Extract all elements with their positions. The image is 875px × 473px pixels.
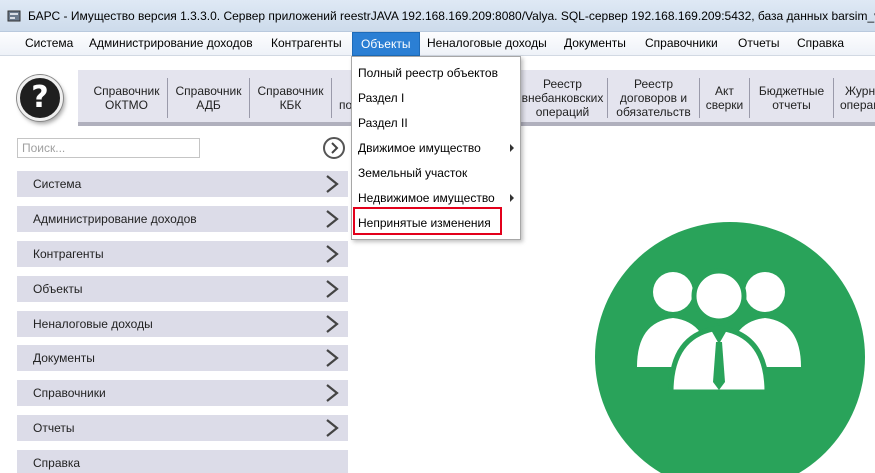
sidebar-item-system[interactable]: Система xyxy=(17,171,348,197)
highlight-frame xyxy=(353,207,502,235)
sidebar-item-documents[interactable]: Документы xyxy=(17,345,348,371)
submenu-arrow-icon xyxy=(510,194,514,202)
chevron-right-icon xyxy=(326,419,339,437)
users-group-logo xyxy=(595,222,865,473)
search-input[interactable]: Поиск... xyxy=(17,138,200,158)
menu-revenue-admin[interactable]: Администрирование доходов xyxy=(81,32,261,56)
dd-land-plot[interactable]: Земельный участок xyxy=(358,163,467,183)
dd-section-1[interactable]: Раздел I xyxy=(358,88,404,108)
menu-reports[interactable]: Отчеты xyxy=(730,32,787,56)
sidebar-item-label: Контрагенты xyxy=(33,247,104,261)
sidebar-item-label: Администрирование доходов xyxy=(33,212,197,226)
chevron-right-icon xyxy=(326,315,339,333)
dd-movable-property[interactable]: Движимое имущество xyxy=(358,138,481,158)
dd-full-registry[interactable]: Полный реестр объектов xyxy=(358,63,498,83)
chevron-right-icon xyxy=(326,245,339,263)
menu-objects[interactable]: Объекты xyxy=(352,32,420,56)
toolbar-adb-button[interactable]: Справочник АДБ xyxy=(168,78,250,118)
menu-bar: Система Администрирование доходов Контра… xyxy=(0,32,875,56)
menu-nontax-income[interactable]: Неналоговые доходы xyxy=(419,32,555,56)
sidebar-item-revenue-admin[interactable]: Администрирование доходов xyxy=(17,206,348,232)
sidebar-item-label: Неналоговые доходы xyxy=(33,317,153,331)
sidebar-item-objects[interactable]: Объекты xyxy=(17,276,348,302)
users-group-icon xyxy=(637,268,801,395)
sidebar-item-label: Система xyxy=(33,177,82,191)
sidebar-item-help[interactable]: Справка xyxy=(17,450,348,473)
sidebar-item-label: Справочники xyxy=(33,386,106,400)
toolbar-oktmo-button[interactable]: Справочник ОКТМО xyxy=(86,78,168,118)
dd-real-estate[interactable]: Недвижимое имущество xyxy=(358,188,495,208)
menu-documents[interactable]: Документы xyxy=(556,32,634,56)
menu-counterparties[interactable]: Контрагенты xyxy=(263,32,350,56)
sidebar-item-reports[interactable]: Отчеты xyxy=(17,415,348,441)
toolbar-reconciliation-button[interactable]: Акт сверки xyxy=(700,78,750,118)
toolbar-contracts-registry-button[interactable]: Реестр договоров и обязательств xyxy=(608,77,700,119)
menu-help[interactable]: Справка xyxy=(789,32,852,56)
toolbar-journal-button[interactable]: Журн операц xyxy=(834,78,875,118)
sidebar-item-label: Справка xyxy=(33,456,81,470)
chevron-right-icon xyxy=(326,384,339,402)
toolbar-offbank-ops-button[interactable]: Реестр внебанковских операций xyxy=(518,77,608,119)
chevron-right-icon xyxy=(326,280,339,298)
chevron-right-icon xyxy=(326,175,339,193)
app-icon xyxy=(7,10,21,22)
sidebar-item-nontax-income[interactable]: Неналоговые доходы xyxy=(17,311,348,337)
title-bar: БАРС - Имущество версия 1.3.3.0. Сервер … xyxy=(0,0,875,32)
sidebar-item-label: Объекты xyxy=(33,282,83,296)
sidebar-item-reference-books[interactable]: Справочники xyxy=(17,380,348,406)
menu-system[interactable]: Система xyxy=(17,32,81,56)
dd-section-2[interactable]: Раздел II xyxy=(358,113,408,133)
help-button[interactable]: ? xyxy=(17,75,63,121)
search-go-button[interactable] xyxy=(323,137,345,159)
chevron-right-icon xyxy=(331,142,339,154)
submenu-arrow-icon xyxy=(510,144,514,152)
sidebar-item-counterparties[interactable]: Контрагенты xyxy=(17,241,348,267)
toolbar-budget-reports-button[interactable]: Бюджетные отчеты xyxy=(750,78,834,118)
chevron-right-icon xyxy=(326,349,339,367)
window-title: БАРС - Имущество версия 1.3.3.0. Сервер … xyxy=(28,9,875,23)
sidebar-item-label: Документы xyxy=(33,351,95,365)
chevron-right-icon xyxy=(326,210,339,228)
sidebar-item-label: Отчеты xyxy=(33,421,75,435)
toolbar-kbk-button[interactable]: Справочник КБК xyxy=(250,78,332,118)
menu-reference-books[interactable]: Справочники xyxy=(637,32,726,56)
